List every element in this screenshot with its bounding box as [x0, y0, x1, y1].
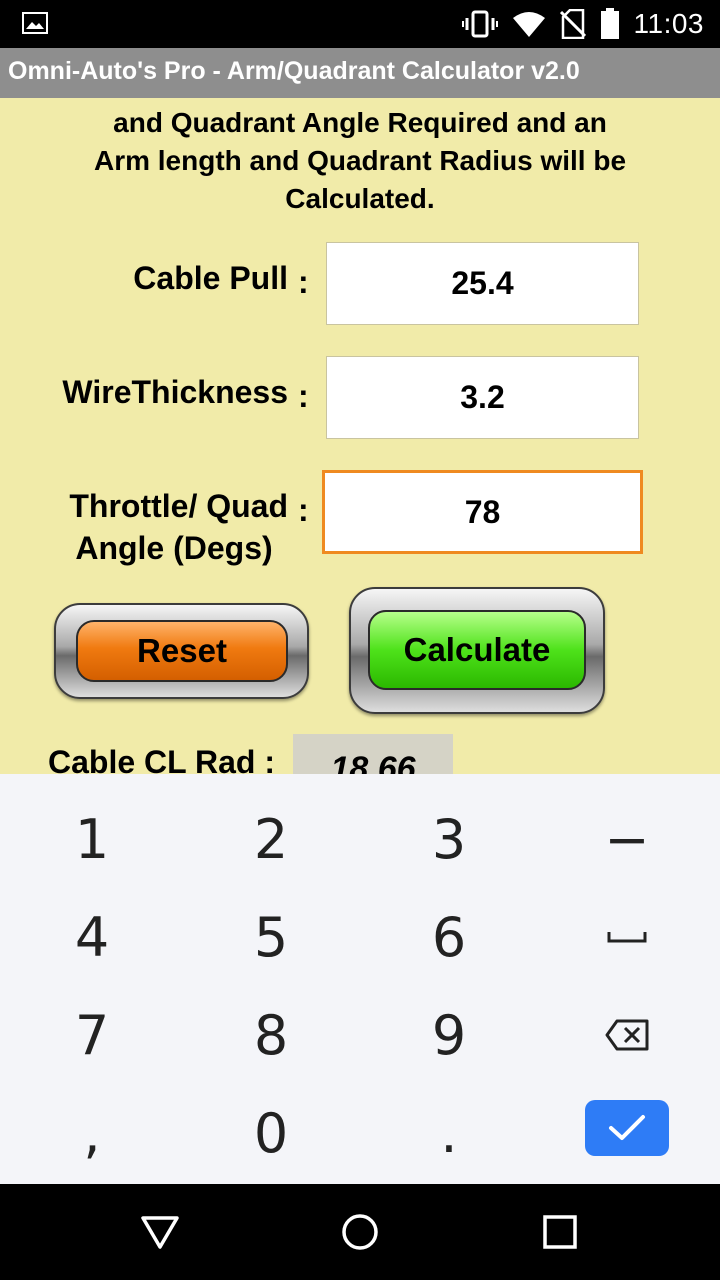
calculate-button-label: Calculate [368, 610, 586, 690]
cable-pull-colon: : [298, 264, 309, 300]
key-2[interactable]: 2 [211, 794, 331, 884]
numeric-keyboard: 1 2 3 − 4 5 6 7 8 9 , 0 . [0, 774, 720, 1184]
cable-pull-label: Cable Pull [133, 260, 288, 296]
app-title-bar: Omni-Auto's Pro - Arm/Quadrant Calculato… [0, 48, 720, 98]
image-icon [22, 12, 48, 34]
wire-thickness-input[interactable]: 3.2 [326, 356, 639, 439]
key-comma[interactable]: , [32, 1088, 152, 1178]
key-7[interactable]: 7 [32, 990, 152, 1080]
calculator-content[interactable]: and Quadrant Angle Required and an Arm l… [0, 98, 720, 774]
no-sim-icon [559, 9, 586, 39]
reset-button-label: Reset [76, 620, 288, 682]
calculate-button[interactable]: Calculate [349, 587, 605, 714]
key-minus[interactable]: − [567, 794, 687, 884]
key-6[interactable]: 6 [389, 892, 509, 982]
navigation-bar [0, 1184, 720, 1280]
throttle-angle-label-line1: Throttle/ Quad [69, 488, 288, 524]
key-3[interactable]: 3 [389, 794, 509, 884]
reset-button[interactable]: Reset [54, 603, 309, 699]
key-period[interactable]: . [389, 1088, 509, 1178]
wire-thickness-colon: : [298, 378, 309, 414]
key-9[interactable]: 9 [389, 990, 509, 1080]
checkmark-icon [609, 1115, 645, 1140]
back-triangle-icon[interactable] [140, 1212, 180, 1252]
throttle-angle-colon: : [298, 492, 309, 528]
done-button[interactable] [585, 1100, 669, 1156]
battery-icon [600, 8, 619, 39]
key-backspace[interactable] [567, 990, 687, 1080]
home-circle-icon[interactable] [340, 1212, 380, 1252]
key-5[interactable]: 5 [211, 892, 331, 982]
throttle-angle-label-line2: Angle (Degs) [75, 530, 273, 566]
intro-line-1: and Quadrant Angle Required and an [113, 107, 607, 138]
vibrate-icon [461, 10, 498, 38]
app-title: Omni-Auto's Pro - Arm/Quadrant Calculato… [8, 57, 580, 85]
key-8[interactable]: 8 [211, 990, 331, 1080]
key-1[interactable]: 1 [32, 794, 152, 884]
status-bar: 11:03 [0, 0, 720, 48]
wire-thickness-label: WireThickness [62, 374, 288, 410]
cable-pull-input[interactable]: 25.4 [326, 242, 639, 325]
throttle-angle-input[interactable]: 78 [322, 470, 643, 554]
recents-square-icon[interactable] [540, 1212, 580, 1252]
cable-cl-rad-value: 18.66 [293, 734, 453, 774]
backspace-icon [605, 1019, 649, 1051]
intro-line-3: Calculated. [285, 183, 435, 214]
status-time: 11:03 [633, 8, 704, 39]
key-space[interactable] [567, 892, 687, 982]
key-4[interactable]: 4 [32, 892, 152, 982]
intro-line-2: Arm length and Quadrant Radius will be [93, 145, 627, 176]
space-icon [607, 932, 647, 943]
cable-cl-rad-label: Cable CL Rad : [48, 744, 275, 774]
key-0[interactable]: 0 [211, 1088, 331, 1178]
wifi-icon [512, 12, 545, 37]
